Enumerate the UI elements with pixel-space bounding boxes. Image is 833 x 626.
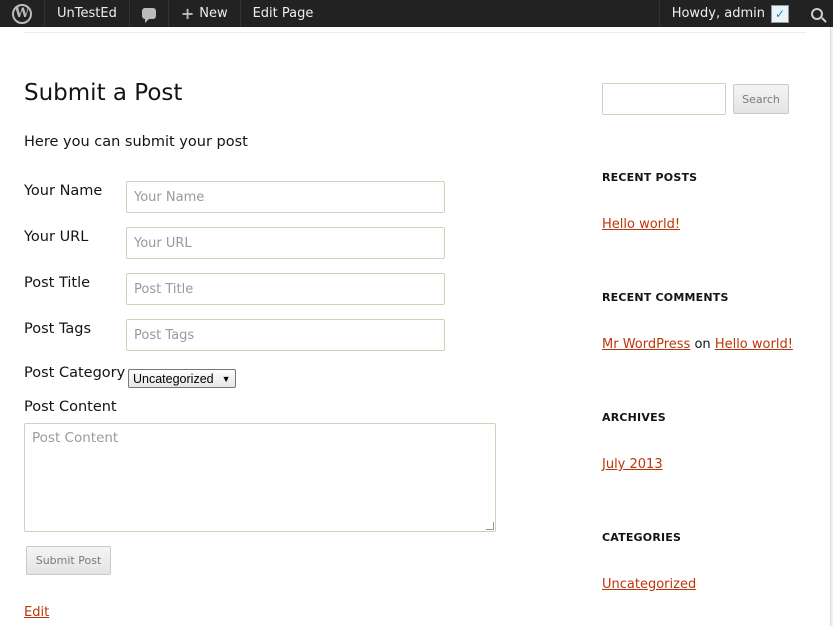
post-category-label: Post Category <box>24 365 126 381</box>
plus-icon: + <box>180 4 195 23</box>
edit-link[interactable]: Edit <box>24 605 49 620</box>
comment-connector: on <box>694 337 711 352</box>
adminbar-search[interactable] <box>801 0 833 27</box>
post-content-label: Post Content <box>24 399 117 415</box>
title-row: Post Title <box>24 273 504 305</box>
archive-link[interactable]: July 2013 <box>602 457 663 472</box>
categories-title: Categories <box>602 531 682 544</box>
recent-post-link[interactable]: Hello world! <box>602 217 680 232</box>
post-title-label: Post Title <box>24 275 91 291</box>
recent-posts-title: Recent Posts <box>602 171 698 184</box>
sidebar-search-button[interactable]: Search <box>733 84 789 114</box>
archives-title: Archives <box>602 411 666 424</box>
url-label: Your URL <box>24 229 89 245</box>
comment-post-link[interactable]: Hello world! <box>715 337 793 352</box>
howdy-label: Howdy, admin <box>671 6 765 21</box>
edit-page-link[interactable]: Edit Page <box>241 0 326 27</box>
recent-posts-list: Hello world! <box>602 217 680 232</box>
recent-comment-item: Mr WordPress on Hello world! <box>602 337 793 352</box>
name-input[interactable] <box>126 181 445 213</box>
comment-author-link[interactable]: Mr WordPress <box>602 337 690 352</box>
new-content-menu[interactable]: + New <box>169 0 241 27</box>
post-content-textarea[interactable] <box>24 423 496 532</box>
page-title: Submit a Post <box>24 80 183 106</box>
category-link[interactable]: Uncategorized <box>602 577 696 592</box>
category-row: Post Category Uncategorized ▼ <box>24 363 504 395</box>
tags-row: Post Tags <box>24 319 504 351</box>
wordpress-menu[interactable]: W <box>0 0 45 27</box>
url-row: Your URL <box>24 227 504 259</box>
intro-text: Here you can submit your post <box>24 134 248 150</box>
header-divider <box>24 32 806 33</box>
archives-list: July 2013 <box>602 457 663 472</box>
admin-bar: W UnTestEd + New Edit Page Howdy, admin … <box>0 0 833 27</box>
category-select[interactable]: Uncategorized ▼ <box>128 369 236 388</box>
search-icon <box>811 7 823 20</box>
name-row: Your Name <box>24 181 504 213</box>
comments-link[interactable] <box>130 0 169 27</box>
comment-bubble-icon <box>141 8 156 23</box>
post-title-input[interactable] <box>126 273 445 305</box>
name-label: Your Name <box>24 183 103 199</box>
avatar: ✓ <box>771 4 789 23</box>
submit-post-button[interactable]: Submit Post <box>26 546 111 575</box>
url-input[interactable] <box>126 227 445 259</box>
site-name-link[interactable]: UnTestEd <box>45 0 130 27</box>
category-select-value: Uncategorized <box>133 371 214 386</box>
post-tags-label: Post Tags <box>24 321 92 337</box>
new-label: New <box>199 6 228 21</box>
resize-handle-icon[interactable] <box>486 522 494 530</box>
recent-comments-title: Recent Comments <box>602 291 729 304</box>
my-account-menu[interactable]: Howdy, admin ✓ <box>658 0 801 27</box>
post-tags-input[interactable] <box>126 319 445 351</box>
categories-list: Uncategorized <box>602 577 696 592</box>
dropdown-arrow-icon: ▼ <box>221 373 231 384</box>
wordpress-logo-icon: W <box>12 3 32 24</box>
sidebar-search-input[interactable] <box>602 83 726 115</box>
